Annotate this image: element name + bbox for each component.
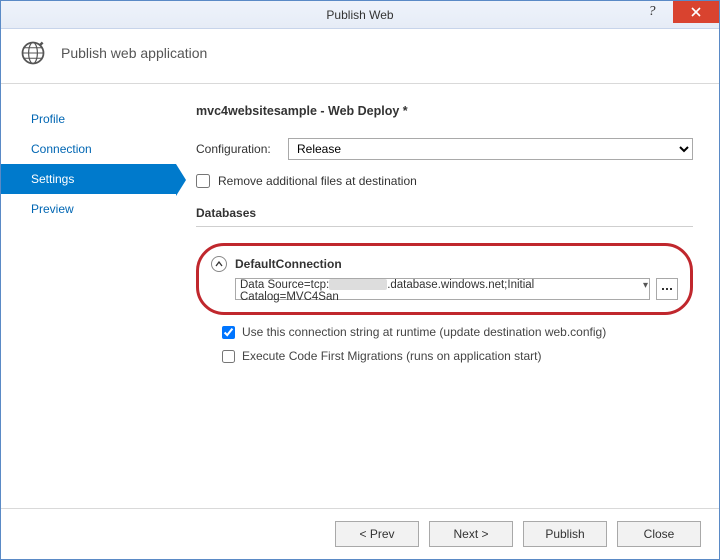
configuration-row: Configuration: Release bbox=[196, 138, 693, 160]
sidebar-item-preview[interactable]: Preview bbox=[1, 194, 176, 224]
publish-button[interactable]: Publish bbox=[523, 521, 607, 547]
connection-string-wrap: Data Source=tcp:.database.windows.net;In… bbox=[235, 278, 650, 300]
dialog-body: Profile Connection Settings Preview mvc4… bbox=[1, 84, 719, 508]
remove-files-row: Remove additional files at destination bbox=[196, 174, 693, 188]
header-subtitle: Publish web application bbox=[61, 45, 207, 61]
publish-web-dialog: Publish Web ? Publish web application Pr… bbox=[0, 0, 720, 560]
panel-title: mvc4websitesample - Web Deploy * bbox=[196, 104, 693, 118]
connection-builder-button[interactable] bbox=[656, 278, 678, 300]
migrations-label: Execute Code First Migrations (runs on a… bbox=[242, 349, 541, 363]
ellipsis-icon bbox=[662, 288, 672, 290]
use-runtime-row: Use this connection string at runtime (u… bbox=[196, 325, 693, 339]
divider bbox=[196, 226, 693, 227]
header-strip: Publish web application bbox=[1, 29, 719, 84]
close-icon bbox=[691, 7, 701, 17]
globe-icon bbox=[19, 39, 47, 67]
settings-panel: mvc4websitesample - Web Deploy * Configu… bbox=[176, 84, 719, 508]
default-connection-highlight: DefaultConnection Data Source=tcp:.datab… bbox=[196, 243, 693, 315]
connection-name: DefaultConnection bbox=[235, 257, 342, 271]
databases-heading: Databases bbox=[196, 206, 693, 220]
chevron-up-icon bbox=[211, 256, 227, 272]
close-button[interactable]: Close bbox=[617, 521, 701, 547]
use-runtime-label: Use this connection string at runtime (u… bbox=[242, 325, 606, 339]
migrations-row: Execute Code First Migrations (runs on a… bbox=[196, 349, 693, 363]
prev-button[interactable]: < Prev bbox=[335, 521, 419, 547]
configuration-select[interactable]: Release bbox=[288, 138, 693, 160]
connection-string-input[interactable]: Data Source=tcp:.database.windows.net;In… bbox=[235, 278, 650, 300]
help-button[interactable]: ? bbox=[631, 1, 673, 23]
sidebar: Profile Connection Settings Preview bbox=[1, 84, 176, 508]
footer: < Prev Next > Publish Close bbox=[1, 508, 719, 559]
sidebar-item-connection[interactable]: Connection bbox=[1, 134, 176, 164]
use-runtime-checkbox[interactable] bbox=[222, 326, 235, 339]
connection-string-row: Data Source=tcp:.database.windows.net;In… bbox=[211, 278, 678, 300]
configuration-label: Configuration: bbox=[196, 142, 288, 156]
remove-files-label: Remove additional files at destination bbox=[218, 174, 417, 188]
window-buttons: ? bbox=[631, 1, 719, 28]
migrations-checkbox[interactable] bbox=[222, 350, 235, 363]
titlebar[interactable]: Publish Web ? bbox=[1, 1, 719, 29]
redacted-host bbox=[329, 279, 387, 290]
connection-header[interactable]: DefaultConnection bbox=[211, 256, 678, 272]
next-button[interactable]: Next > bbox=[429, 521, 513, 547]
sidebar-item-profile[interactable]: Profile bbox=[1, 104, 176, 134]
remove-files-checkbox[interactable] bbox=[196, 174, 210, 188]
window-title: Publish Web bbox=[1, 8, 719, 22]
close-window-button[interactable] bbox=[673, 1, 719, 23]
sidebar-item-settings[interactable]: Settings bbox=[1, 164, 176, 194]
